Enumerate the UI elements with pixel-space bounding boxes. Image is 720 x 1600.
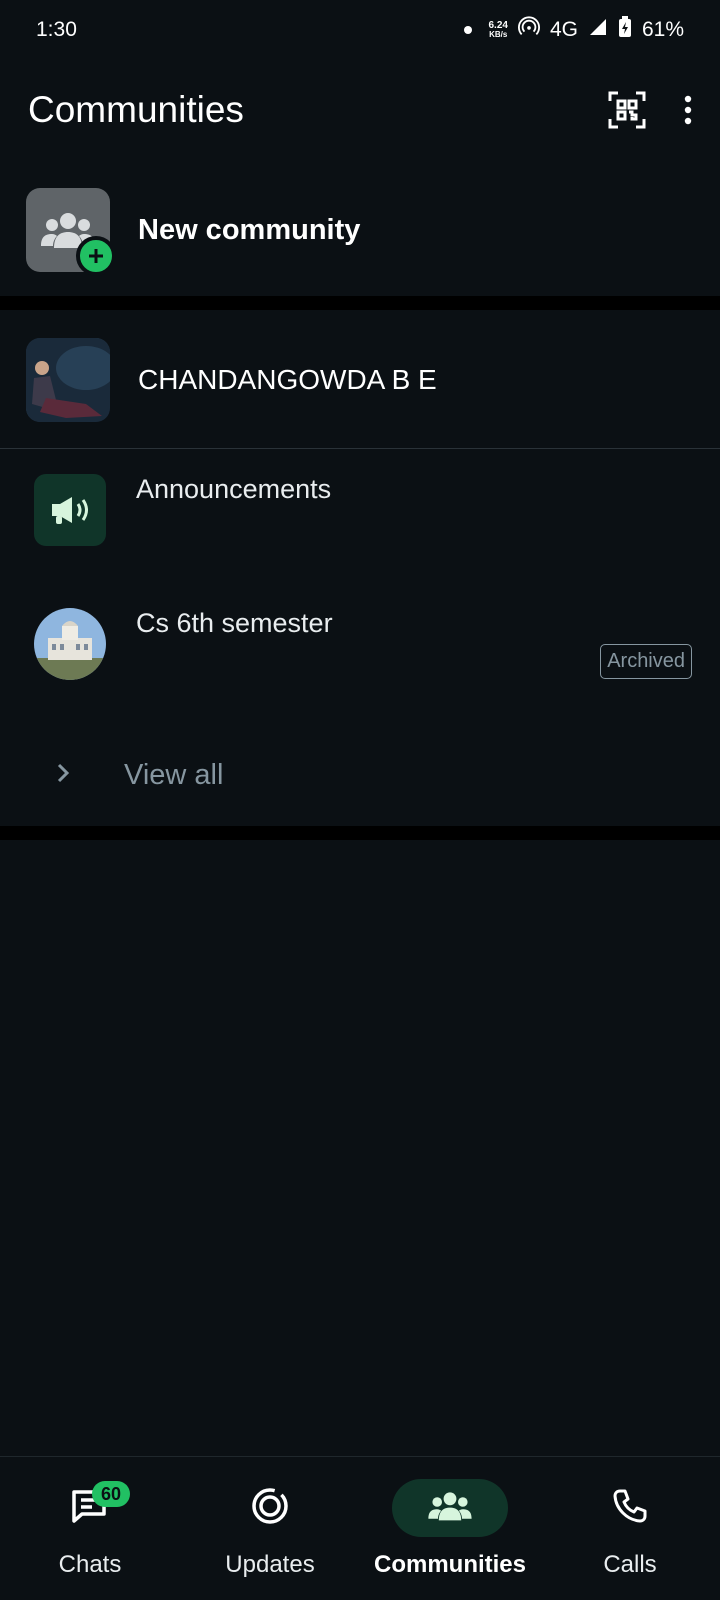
hotspot-icon (517, 16, 540, 44)
nav-label: Updates (225, 1551, 315, 1578)
unread-badge: 60 (92, 1481, 130, 1507)
battery-icon (618, 16, 632, 44)
communities-icon (425, 1490, 475, 1527)
calls-pill (572, 1479, 688, 1537)
new-community-label: New community (138, 213, 361, 246)
nav-label: Calls (603, 1551, 657, 1578)
chats-pill: 60 (32, 1479, 148, 1537)
updates-icon (250, 1486, 290, 1531)
group-name: Cs 6th semester (136, 608, 333, 638)
nav-calls[interactable]: Calls (540, 1457, 720, 1579)
section-divider (0, 826, 720, 840)
nav-label: Chats (58, 1551, 122, 1578)
status-time: 1:30 (36, 18, 77, 41)
nav-label: Communities (373, 1551, 526, 1578)
community-header-row[interactable]: CHANDANGOWDA B E (0, 330, 720, 430)
net-speed-value: 6.24 (488, 20, 508, 31)
status-bar: 1:30 6.24 KB/s 4G 61% (0, 0, 720, 60)
view-all-row[interactable]: View all (0, 740, 720, 810)
communities-pill (392, 1479, 508, 1537)
archived-badge: Archived (600, 644, 692, 679)
more-vertical-icon[interactable] (684, 95, 692, 125)
bottom-nav: 60 Chats Updates Communities Calls (0, 1456, 720, 1600)
net-speed: 6.24 KB/s (488, 20, 508, 40)
chevron-right-icon (56, 762, 70, 789)
updates-pill (212, 1479, 328, 1537)
section-divider (0, 296, 720, 310)
nav-chats[interactable]: 60 Chats (0, 1457, 180, 1579)
megaphone-icon (34, 474, 106, 546)
community-add-icon (26, 188, 116, 276)
network-type: 4G (549, 18, 578, 41)
divider-line (0, 448, 720, 449)
nav-communities[interactable]: Communities (360, 1457, 540, 1579)
group-avatar (34, 608, 106, 680)
group-name: Announcements (136, 474, 332, 504)
signal-icon (588, 17, 608, 43)
plus-icon (76, 236, 116, 276)
notification-dot-icon (464, 26, 473, 34)
group-row-cs-6th-semester[interactable]: Cs 6th semester Archived (0, 608, 720, 698)
nav-updates[interactable]: Updates (180, 1457, 360, 1579)
view-all-label: View all (124, 758, 224, 791)
net-speed-unit: KB/s (489, 30, 508, 39)
battery-level: 61% (641, 18, 684, 41)
new-community-row[interactable]: New community (0, 180, 720, 280)
app-header: Communities (0, 70, 720, 150)
page-title: Communities (28, 89, 244, 130)
community-avatar (26, 338, 110, 422)
status-icons: 6.24 KB/s 4G 61% (464, 16, 684, 44)
phone-icon (612, 1488, 648, 1529)
header-actions (608, 91, 692, 129)
qr-scanner-icon[interactable] (608, 91, 646, 129)
group-row-announcements[interactable]: Announcements (0, 474, 720, 564)
community-name: CHANDANGOWDA B E (138, 364, 437, 395)
